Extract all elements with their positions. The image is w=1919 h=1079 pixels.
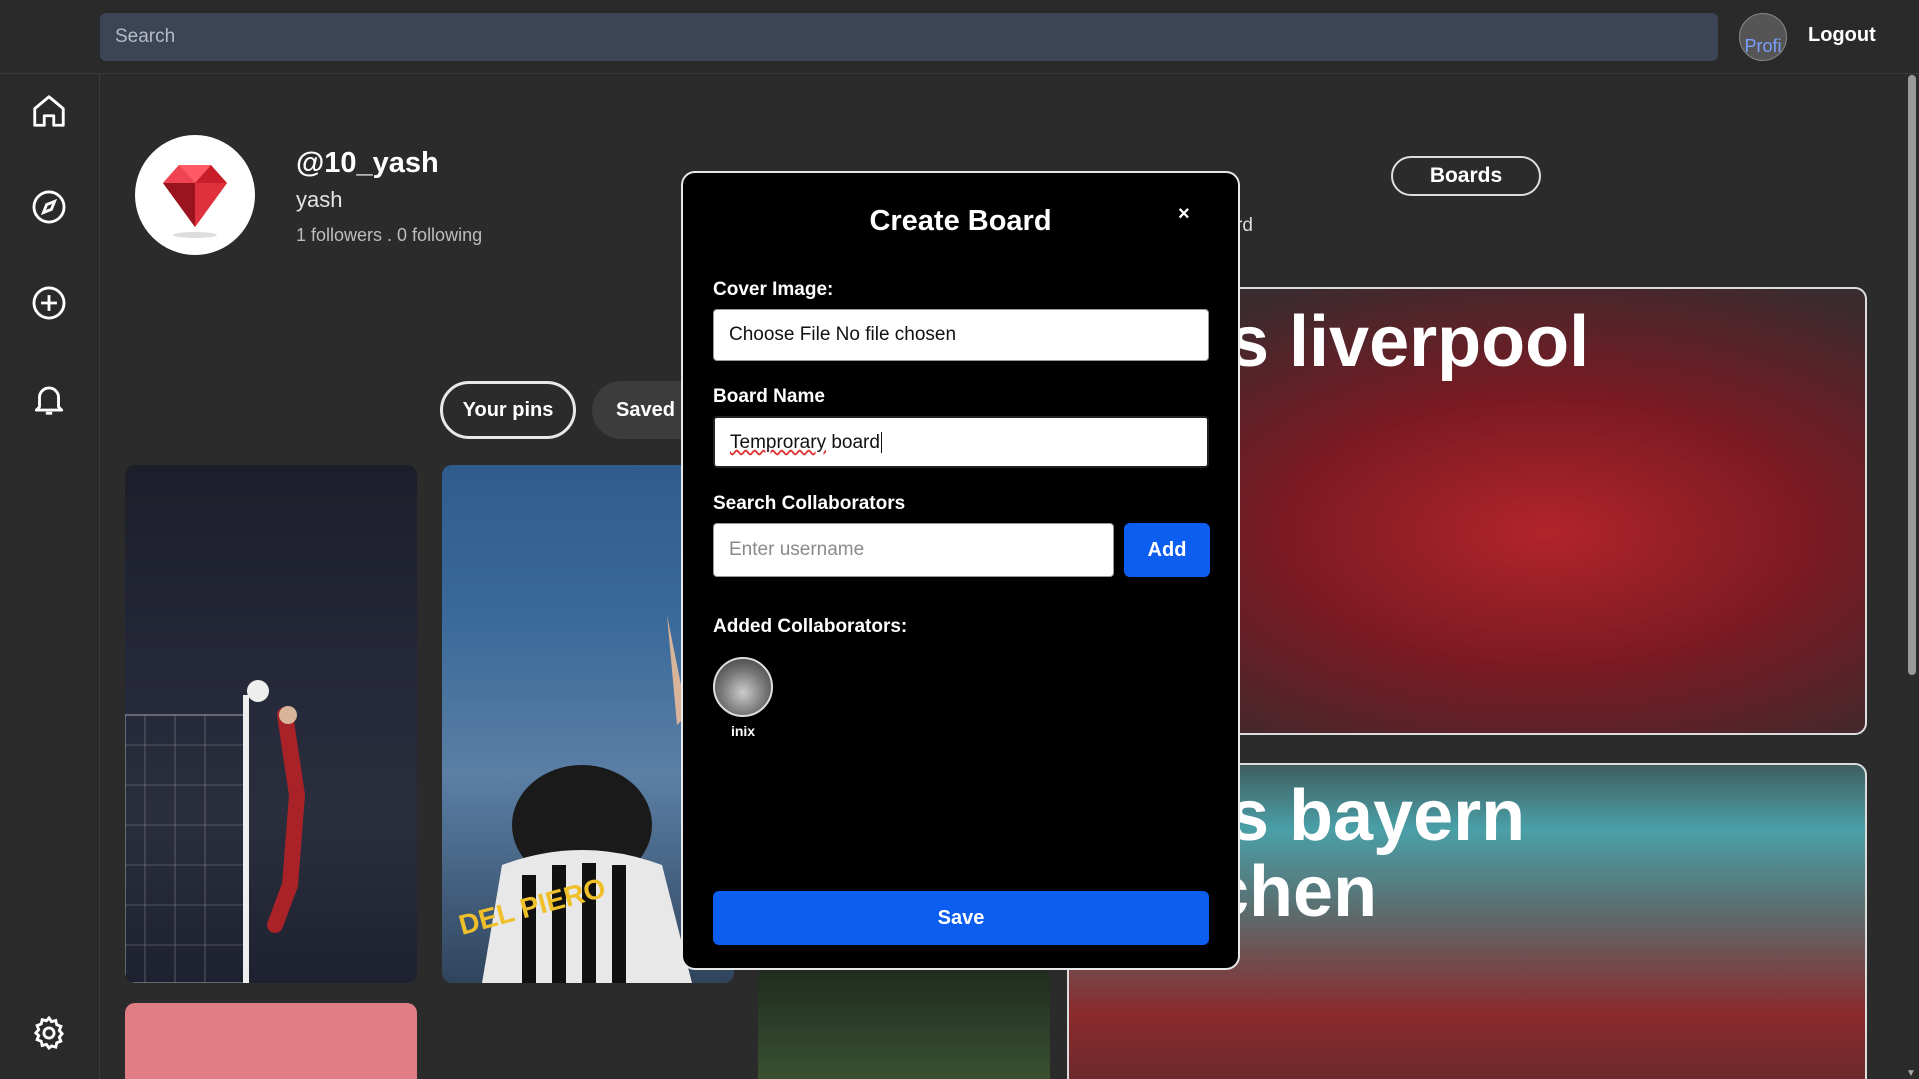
- cover-image-label: Cover Image:: [713, 279, 834, 300]
- pin-image[interactable]: [125, 1003, 417, 1079]
- compass-icon[interactable]: [30, 188, 68, 226]
- pin-image[interactable]: [125, 465, 417, 983]
- profile-avatar-button[interactable]: Profi: [1739, 13, 1787, 61]
- top-bar: Profi Logout: [0, 0, 1919, 74]
- sidebar: [0, 74, 100, 1079]
- board-name-label: Board Name: [713, 386, 825, 407]
- search-input[interactable]: [100, 13, 1718, 61]
- scroll-down-arrow-icon[interactable]: ▼: [1906, 1068, 1916, 1079]
- tab-your-pins[interactable]: Your pins: [440, 381, 576, 439]
- modal-title: Create Board: [869, 205, 1052, 237]
- create-board-modal: Create Board × Cover Image: Choose File …: [681, 171, 1240, 970]
- plus-circle-icon[interactable]: [30, 284, 68, 322]
- board-title-line1: is bayern: [1209, 776, 1526, 856]
- logout-button[interactable]: Logout: [1808, 24, 1876, 47]
- board-name-rest: board: [826, 432, 880, 453]
- collaborator-username-input[interactable]: [713, 523, 1114, 577]
- bell-icon[interactable]: [30, 380, 68, 418]
- gear-icon[interactable]: [30, 1014, 68, 1052]
- save-button[interactable]: Save: [713, 891, 1209, 945]
- follow-stats[interactable]: 1 followers . 0 following: [296, 225, 482, 246]
- scrollbar-thumb[interactable]: [1908, 75, 1916, 675]
- boards-button[interactable]: Boards: [1391, 156, 1541, 196]
- avatar: [713, 657, 773, 717]
- search-collaborators-label: Search Collaborators: [713, 493, 906, 514]
- board-title: is liverpool: [1209, 302, 1590, 382]
- close-icon[interactable]: ×: [1178, 203, 1190, 226]
- profile-avatar: [135, 135, 255, 255]
- added-collaborators-label: Added Collaborators:: [713, 616, 908, 637]
- page-scrollbar[interactable]: ▼: [1904, 75, 1919, 1079]
- ruby-gem-icon: [163, 165, 227, 238]
- board-name-misspelled-word: Temprorary: [730, 432, 827, 453]
- board-name-input[interactable]: Temprorary board: [713, 416, 1209, 468]
- goalkeeper-pin-art: [125, 680, 306, 983]
- cover-image-file-input[interactable]: Choose File No file chosen: [713, 309, 1209, 361]
- profile-name: yash: [296, 187, 343, 212]
- pin-image[interactable]: [758, 965, 1050, 1079]
- profile-handle: @10_yash: [296, 147, 439, 179]
- add-collaborator-button[interactable]: Add: [1124, 523, 1210, 577]
- collaborator-name: inix: [730, 723, 756, 739]
- home-icon[interactable]: [30, 92, 68, 130]
- collaborator-chip[interactable]: inix: [713, 657, 773, 739]
